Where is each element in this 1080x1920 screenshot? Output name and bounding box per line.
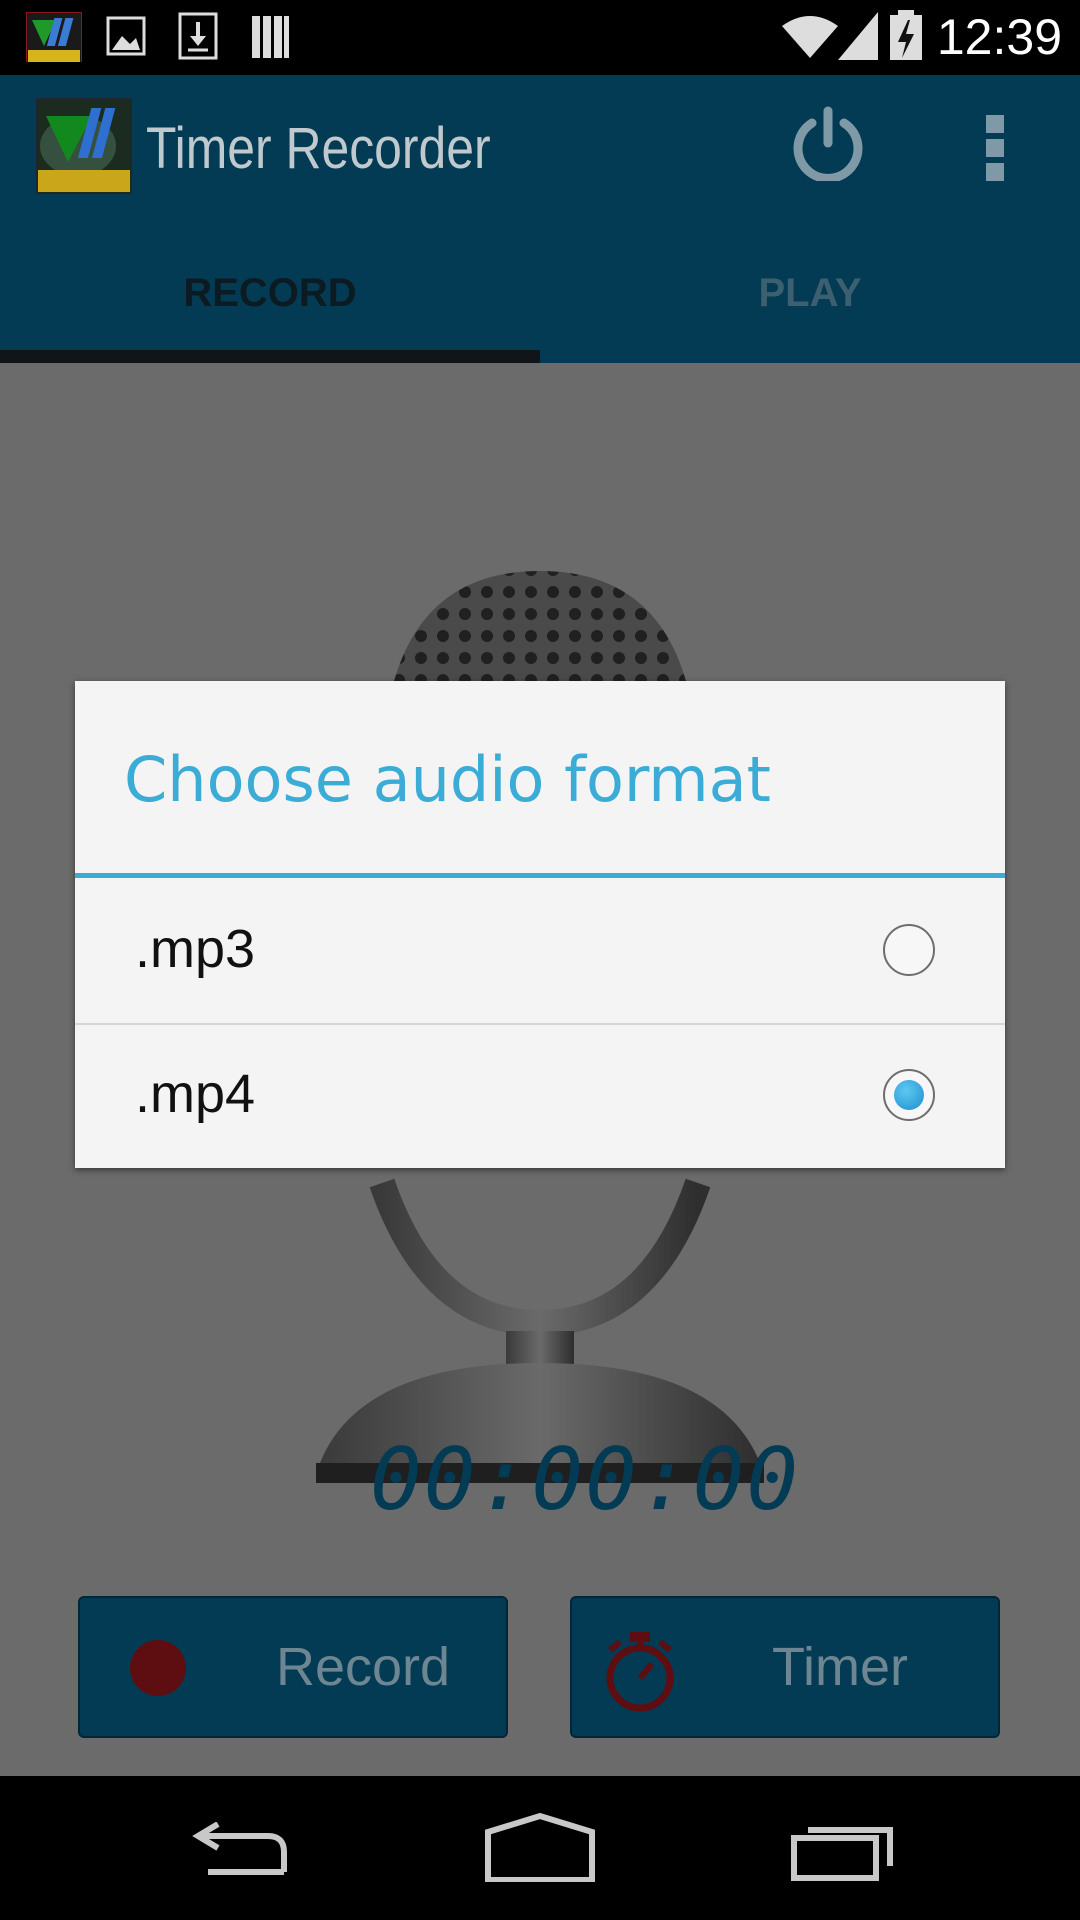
status-time: 12:39: [936, 9, 1062, 65]
record-button-label: Record: [276, 1637, 451, 1697]
elapsed-time-display: 00:00:00: [370, 1430, 801, 1530]
app-logo-icon: [36, 98, 132, 194]
record-dot-icon: [130, 1640, 186, 1696]
tab-indicator: [0, 350, 540, 363]
format-option-mp4[interactable]: .mp4: [75, 1023, 1005, 1168]
overflow-menu-icon[interactable]: [980, 115, 1012, 181]
record-button[interactable]: Record: [78, 1596, 508, 1738]
app-notification-icon: [26, 12, 82, 62]
image-notification-icon: [106, 16, 146, 56]
tab-bar: RECORD PLAY: [0, 225, 1080, 363]
signal-icon: [838, 12, 878, 60]
tab-record[interactable]: RECORD: [0, 225, 540, 363]
home-icon[interactable]: [484, 1812, 596, 1882]
timer-button-label: Timer: [772, 1637, 908, 1697]
option-label: .mp3: [135, 919, 256, 979]
back-icon[interactable]: [188, 1822, 292, 1878]
navigation-bar: [0, 1776, 1080, 1920]
audio-format-dialog: Choose audio format .mp3 .mp4: [75, 681, 1005, 1168]
wifi-icon: [782, 16, 838, 58]
battery-icon: [890, 10, 922, 60]
format-option-mp3[interactable]: .mp3: [75, 878, 1005, 1023]
radio-button-selected[interactable]: [883, 1069, 935, 1121]
library-notification-icon: [252, 16, 289, 58]
recent-apps-icon[interactable]: [790, 1816, 896, 1882]
action-bar: Timer Recorder: [0, 75, 1080, 225]
dialog-title: Choose audio format: [124, 743, 771, 816]
status-bar: 12:39: [0, 0, 1080, 75]
radio-selected-dot: [894, 1080, 924, 1110]
timer-button[interactable]: Timer: [570, 1596, 1000, 1738]
download-notification-icon: [178, 12, 218, 60]
tab-play[interactable]: PLAY: [540, 225, 1080, 363]
power-icon[interactable]: [790, 105, 866, 181]
option-label: .mp4: [135, 1064, 256, 1124]
radio-button-unselected[interactable]: [883, 924, 935, 976]
stopwatch-icon: [606, 1632, 674, 1712]
app-title: Timer Recorder: [146, 116, 491, 181]
